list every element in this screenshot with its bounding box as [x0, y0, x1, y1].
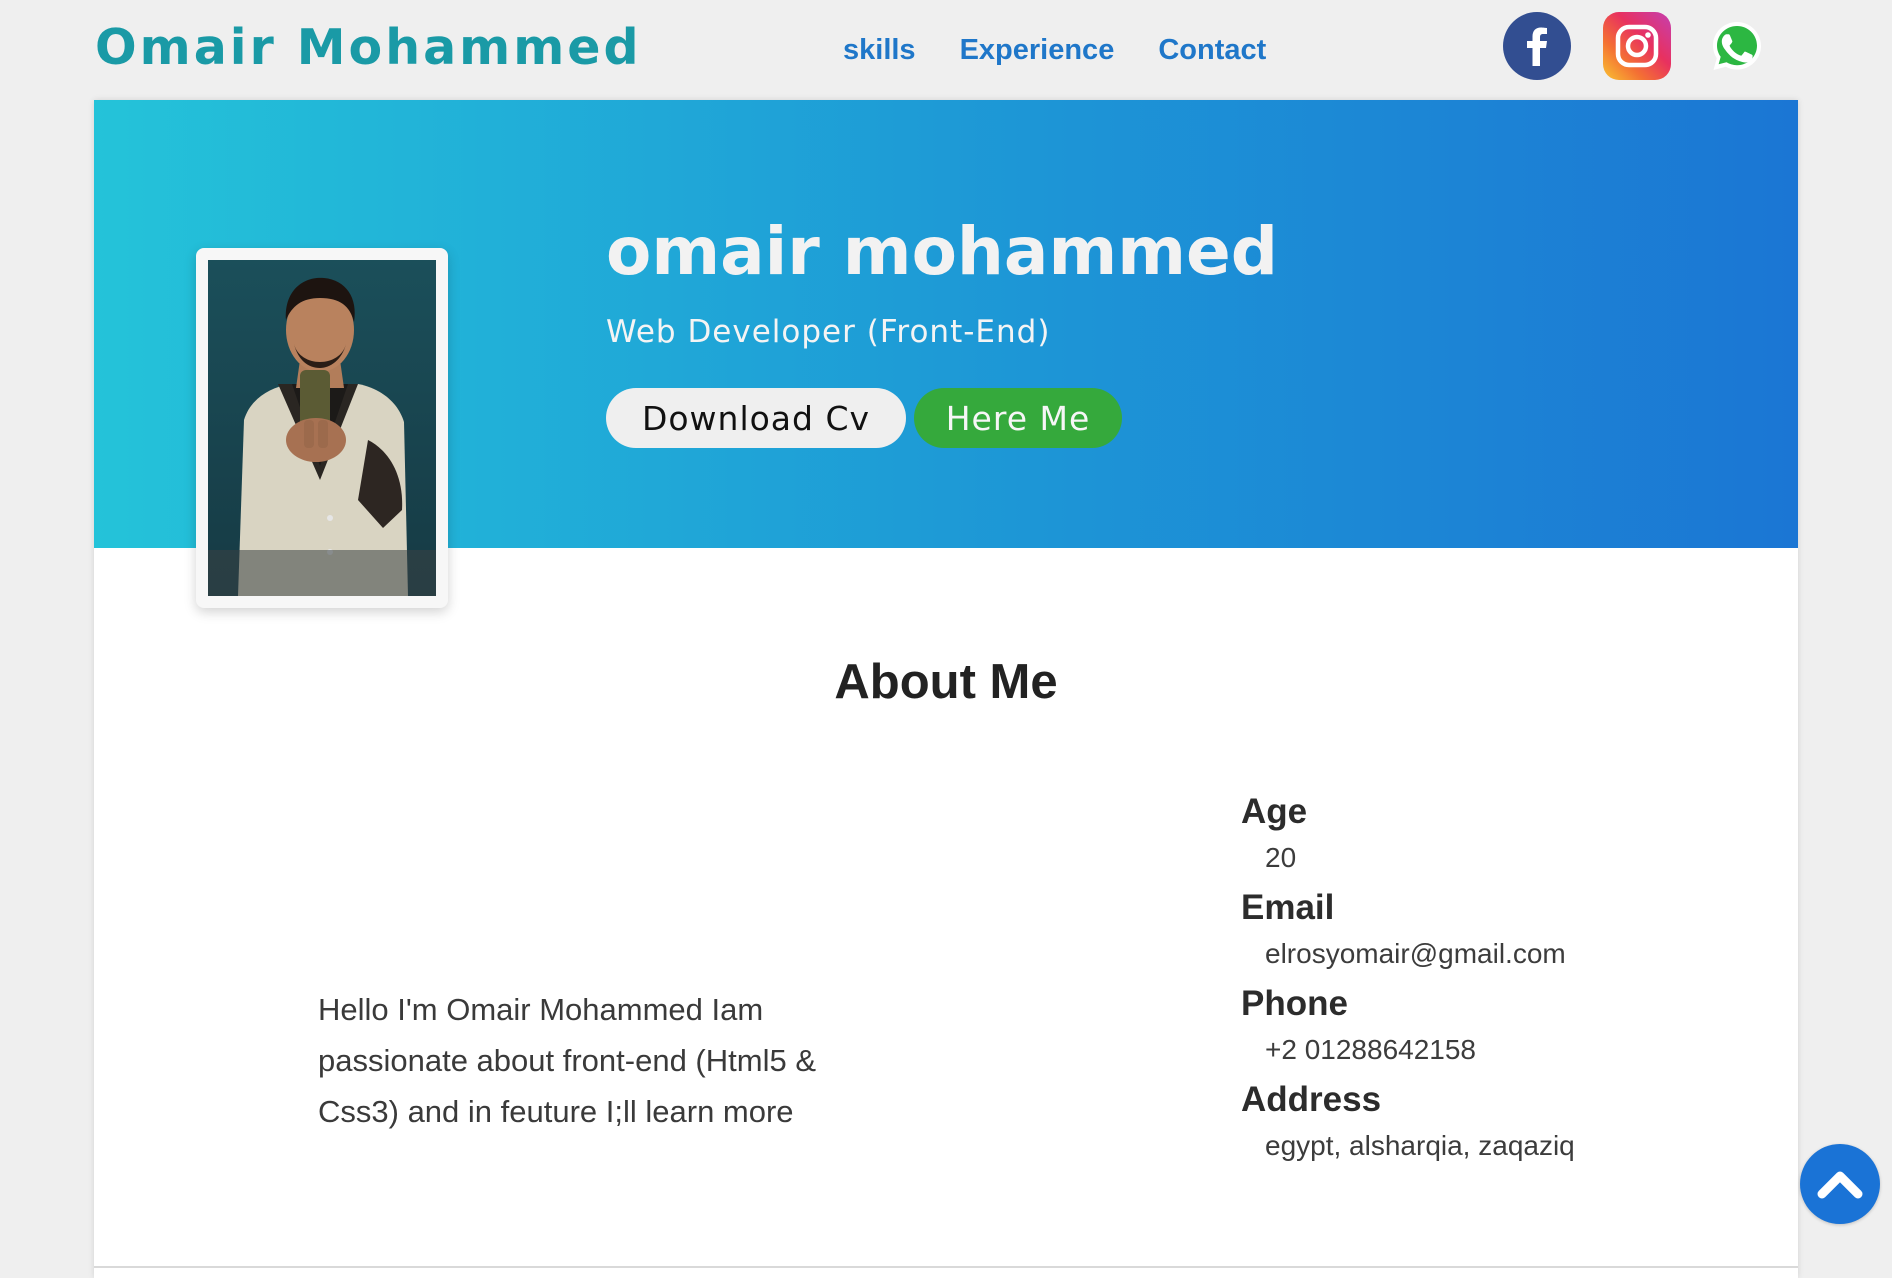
- info-label-address: Address: [1241, 1080, 1382, 1119]
- about-title: About Me: [834, 655, 1058, 709]
- info-label-age: Age: [1241, 792, 1308, 831]
- info-value-phone: +2 01288642158: [1265, 1034, 1476, 1065]
- hero-name: omair mohammed: [606, 213, 1278, 290]
- social-links: [1503, 12, 1771, 80]
- info-value-email: elrosyomair@gmail.com: [1265, 938, 1566, 969]
- site-logo-text[interactable]: Omair Mohammed: [95, 18, 642, 78]
- chevron-up-icon: [1817, 1171, 1863, 1199]
- nav-link-contact[interactable]: Contact: [1158, 30, 1266, 70]
- hire-me-button[interactable]: Here Me: [914, 388, 1122, 448]
- section-divider: [94, 1266, 1798, 1268]
- info-label-email: Email: [1241, 888, 1335, 927]
- about-description: Hello I'm Omair Mohammed Iam passionate …: [318, 992, 816, 1129]
- nav-link-skills[interactable]: skills: [843, 30, 916, 70]
- profile-photo-frame: [196, 248, 448, 608]
- whatsapp-icon[interactable]: [1703, 12, 1771, 80]
- personal-info: Age 20 Email elrosyomair@gmail.com Phone…: [1241, 790, 1661, 1174]
- profile-photo: [208, 260, 436, 596]
- nav-link-experience[interactable]: Experience: [960, 30, 1115, 70]
- facebook-icon[interactable]: [1503, 12, 1571, 80]
- scroll-to-top-button[interactable]: [1800, 1144, 1880, 1224]
- info-label-phone: Phone: [1241, 984, 1348, 1023]
- top-navigation: Omair Mohammed skills Experience Contact: [0, 0, 1892, 100]
- info-value-age: 20: [1265, 842, 1297, 873]
- instagram-icon[interactable]: [1603, 12, 1671, 80]
- download-cv-button[interactable]: Download Cv: [606, 388, 906, 448]
- profile-card: omair mohammed Web Developer (Front-End)…: [94, 100, 1798, 1278]
- hero-role: Web Developer (Front-End): [606, 314, 1051, 350]
- info-value-address: egypt, alsharqia, zaqaziq: [1265, 1130, 1575, 1161]
- main-nav: skills Experience Contact: [843, 30, 1266, 70]
